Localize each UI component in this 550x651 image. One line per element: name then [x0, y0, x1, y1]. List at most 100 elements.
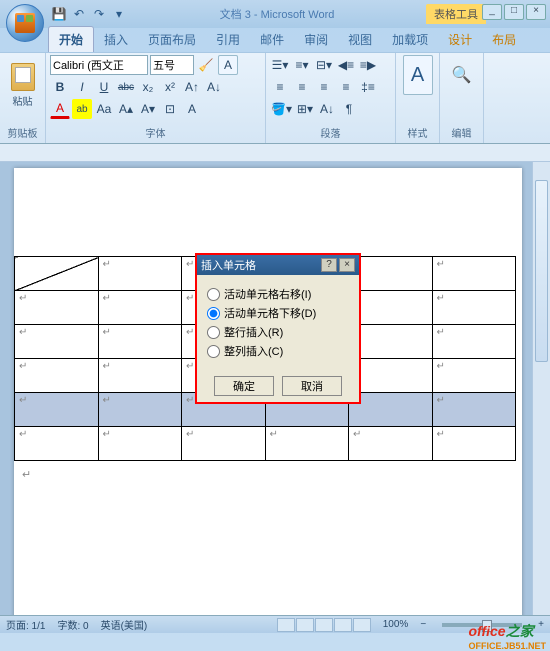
dialog-titlebar[interactable]: 插入单元格 ? ×	[197, 255, 359, 275]
align-center-button[interactable]: ≡	[292, 77, 312, 97]
char-border-button[interactable]: ⊡	[160, 99, 180, 119]
table-cell[interactable]: ↵	[432, 257, 516, 291]
strike-button[interactable]: abc	[116, 77, 136, 97]
radio-insert-row[interactable]: 整行插入(R)	[207, 324, 349, 340]
table-cell[interactable]: ↵	[15, 291, 99, 325]
radio-insert-col[interactable]: 整列插入(C)	[207, 343, 349, 359]
table-cell[interactable]: ↵	[15, 325, 99, 359]
ok-button[interactable]: 确定	[214, 376, 274, 396]
qat-save[interactable]: 💾	[50, 5, 68, 23]
show-marks-button[interactable]: ¶	[339, 99, 359, 119]
zoom-out-button[interactable]: −	[420, 619, 426, 630]
shrink-font-button[interactable]: A↓	[204, 77, 224, 97]
justify-button[interactable]: ≡	[336, 77, 356, 97]
table-cell[interactable]: ↵	[98, 393, 182, 427]
italic-button[interactable]: I	[72, 77, 92, 97]
view-draft[interactable]	[353, 618, 371, 632]
tab-view[interactable]: 视图	[338, 27, 382, 52]
numbering-button[interactable]: ≡▾	[292, 55, 312, 75]
close-button[interactable]: ×	[526, 4, 546, 20]
status-words[interactable]: 字数: 0	[57, 617, 88, 632]
table-cell[interactable]: ↵	[349, 257, 433, 291]
dialog-close-button[interactable]: ×	[339, 258, 355, 272]
zoom-level[interactable]: 100%	[383, 619, 409, 630]
dialog-help-button[interactable]: ?	[321, 258, 337, 272]
table-cell[interactable]: ↵	[98, 359, 182, 393]
table-cell[interactable]: ↵	[349, 291, 433, 325]
status-page[interactable]: 页面: 1/1	[6, 617, 45, 632]
office-button[interactable]	[6, 4, 44, 42]
borders-button[interactable]: ⊞▾	[295, 99, 315, 119]
tab-home[interactable]: 开始	[48, 26, 94, 52]
table-cell[interactable]: ↵	[432, 359, 516, 393]
align-right-button[interactable]: ≡	[314, 77, 334, 97]
bullets-button[interactable]: ☰▾	[270, 55, 290, 75]
radio-shift-right[interactable]: 活动单元格右移(I)	[207, 286, 349, 302]
table-cell[interactable]: ↵	[98, 427, 182, 461]
grow-a-button[interactable]: A▴	[116, 99, 136, 119]
table-cell[interactable]	[15, 257, 99, 291]
view-web[interactable]	[315, 618, 333, 632]
multilevel-button[interactable]: ⊟▾	[314, 55, 334, 75]
tab-design[interactable]: 设计	[438, 27, 482, 52]
superscript-button[interactable]: x²	[160, 77, 180, 97]
shading-button[interactable]: 🪣▾	[270, 99, 293, 119]
indent-dec-button[interactable]: ◀≡	[336, 55, 356, 75]
shrink-a-button[interactable]: A▾	[138, 99, 158, 119]
table-cell[interactable]: ↵	[15, 359, 99, 393]
subscript-button[interactable]: x₂	[138, 77, 158, 97]
vertical-scrollbar[interactable]	[532, 162, 550, 615]
indent-inc-button[interactable]: ≡▶	[358, 55, 378, 75]
font-size-combo[interactable]	[150, 55, 194, 75]
qat-redo[interactable]: ↷	[90, 5, 108, 23]
table-cell[interactable]: ↵	[15, 427, 99, 461]
font-color-button[interactable]: A	[50, 99, 70, 119]
paste-button[interactable]: 粘贴	[5, 55, 41, 115]
tab-references[interactable]: 引用	[206, 27, 250, 52]
sort-button[interactable]: A↓	[317, 99, 337, 119]
table-cell[interactable]: ↵	[98, 257, 182, 291]
table-cell[interactable]: ↵	[15, 393, 99, 427]
char-shading-button[interactable]: A	[182, 99, 202, 119]
maximize-button[interactable]: □	[504, 4, 524, 20]
case-button[interactable]: Aa	[94, 99, 114, 119]
line-spacing-button[interactable]: ‡≡	[358, 77, 378, 97]
view-outline[interactable]	[334, 618, 352, 632]
table-cell[interactable]: ↵	[265, 427, 349, 461]
table-cell[interactable]: ↵	[432, 291, 516, 325]
table-cell[interactable]: ↵	[182, 427, 266, 461]
table-cell[interactable]: ↵	[432, 393, 516, 427]
highlight-button[interactable]: ab	[72, 99, 92, 119]
table-cell[interactable]: ↵	[432, 427, 516, 461]
radio-shift-down[interactable]: 活动单元格下移(D)	[207, 305, 349, 321]
font-name-combo[interactable]	[50, 55, 148, 75]
cancel-button[interactable]: 取消	[282, 376, 342, 396]
tab-addins[interactable]: 加载项	[382, 27, 438, 52]
tab-table-layout[interactable]: 布局	[482, 27, 526, 52]
table-cell[interactable]: ↵	[432, 325, 516, 359]
tab-pagelayout[interactable]: 页面布局	[138, 27, 206, 52]
change-case-button[interactable]: A	[218, 55, 238, 75]
table-cell[interactable]: ↵	[349, 427, 433, 461]
view-fullscreen[interactable]	[296, 618, 314, 632]
status-lang[interactable]: 英语(美国)	[101, 617, 148, 632]
align-left-button[interactable]: ≡	[270, 77, 290, 97]
qat-undo[interactable]: ↶	[70, 5, 88, 23]
clear-format-button[interactable]: 🧹	[196, 55, 216, 75]
styles-button[interactable]: A	[403, 55, 433, 95]
edit-button[interactable]: 🔍	[447, 55, 477, 95]
underline-button[interactable]: U	[94, 77, 114, 97]
view-print-layout[interactable]	[277, 618, 295, 632]
tab-insert[interactable]: 插入	[94, 27, 138, 52]
grow-font-button[interactable]: A↑	[182, 77, 202, 97]
tab-review[interactable]: 审阅	[294, 27, 338, 52]
minimize-button[interactable]: _	[482, 4, 502, 20]
tab-mailings[interactable]: 邮件	[250, 27, 294, 52]
table-cell[interactable]: ↵	[349, 393, 433, 427]
bold-button[interactable]: B	[50, 77, 70, 97]
table-cell[interactable]: ↵	[98, 325, 182, 359]
qat-more[interactable]: ▾	[110, 5, 128, 23]
table-cell[interactable]: ↵	[98, 291, 182, 325]
table-cell[interactable]: ↵	[349, 359, 433, 393]
table-cell[interactable]: ↵	[349, 325, 433, 359]
